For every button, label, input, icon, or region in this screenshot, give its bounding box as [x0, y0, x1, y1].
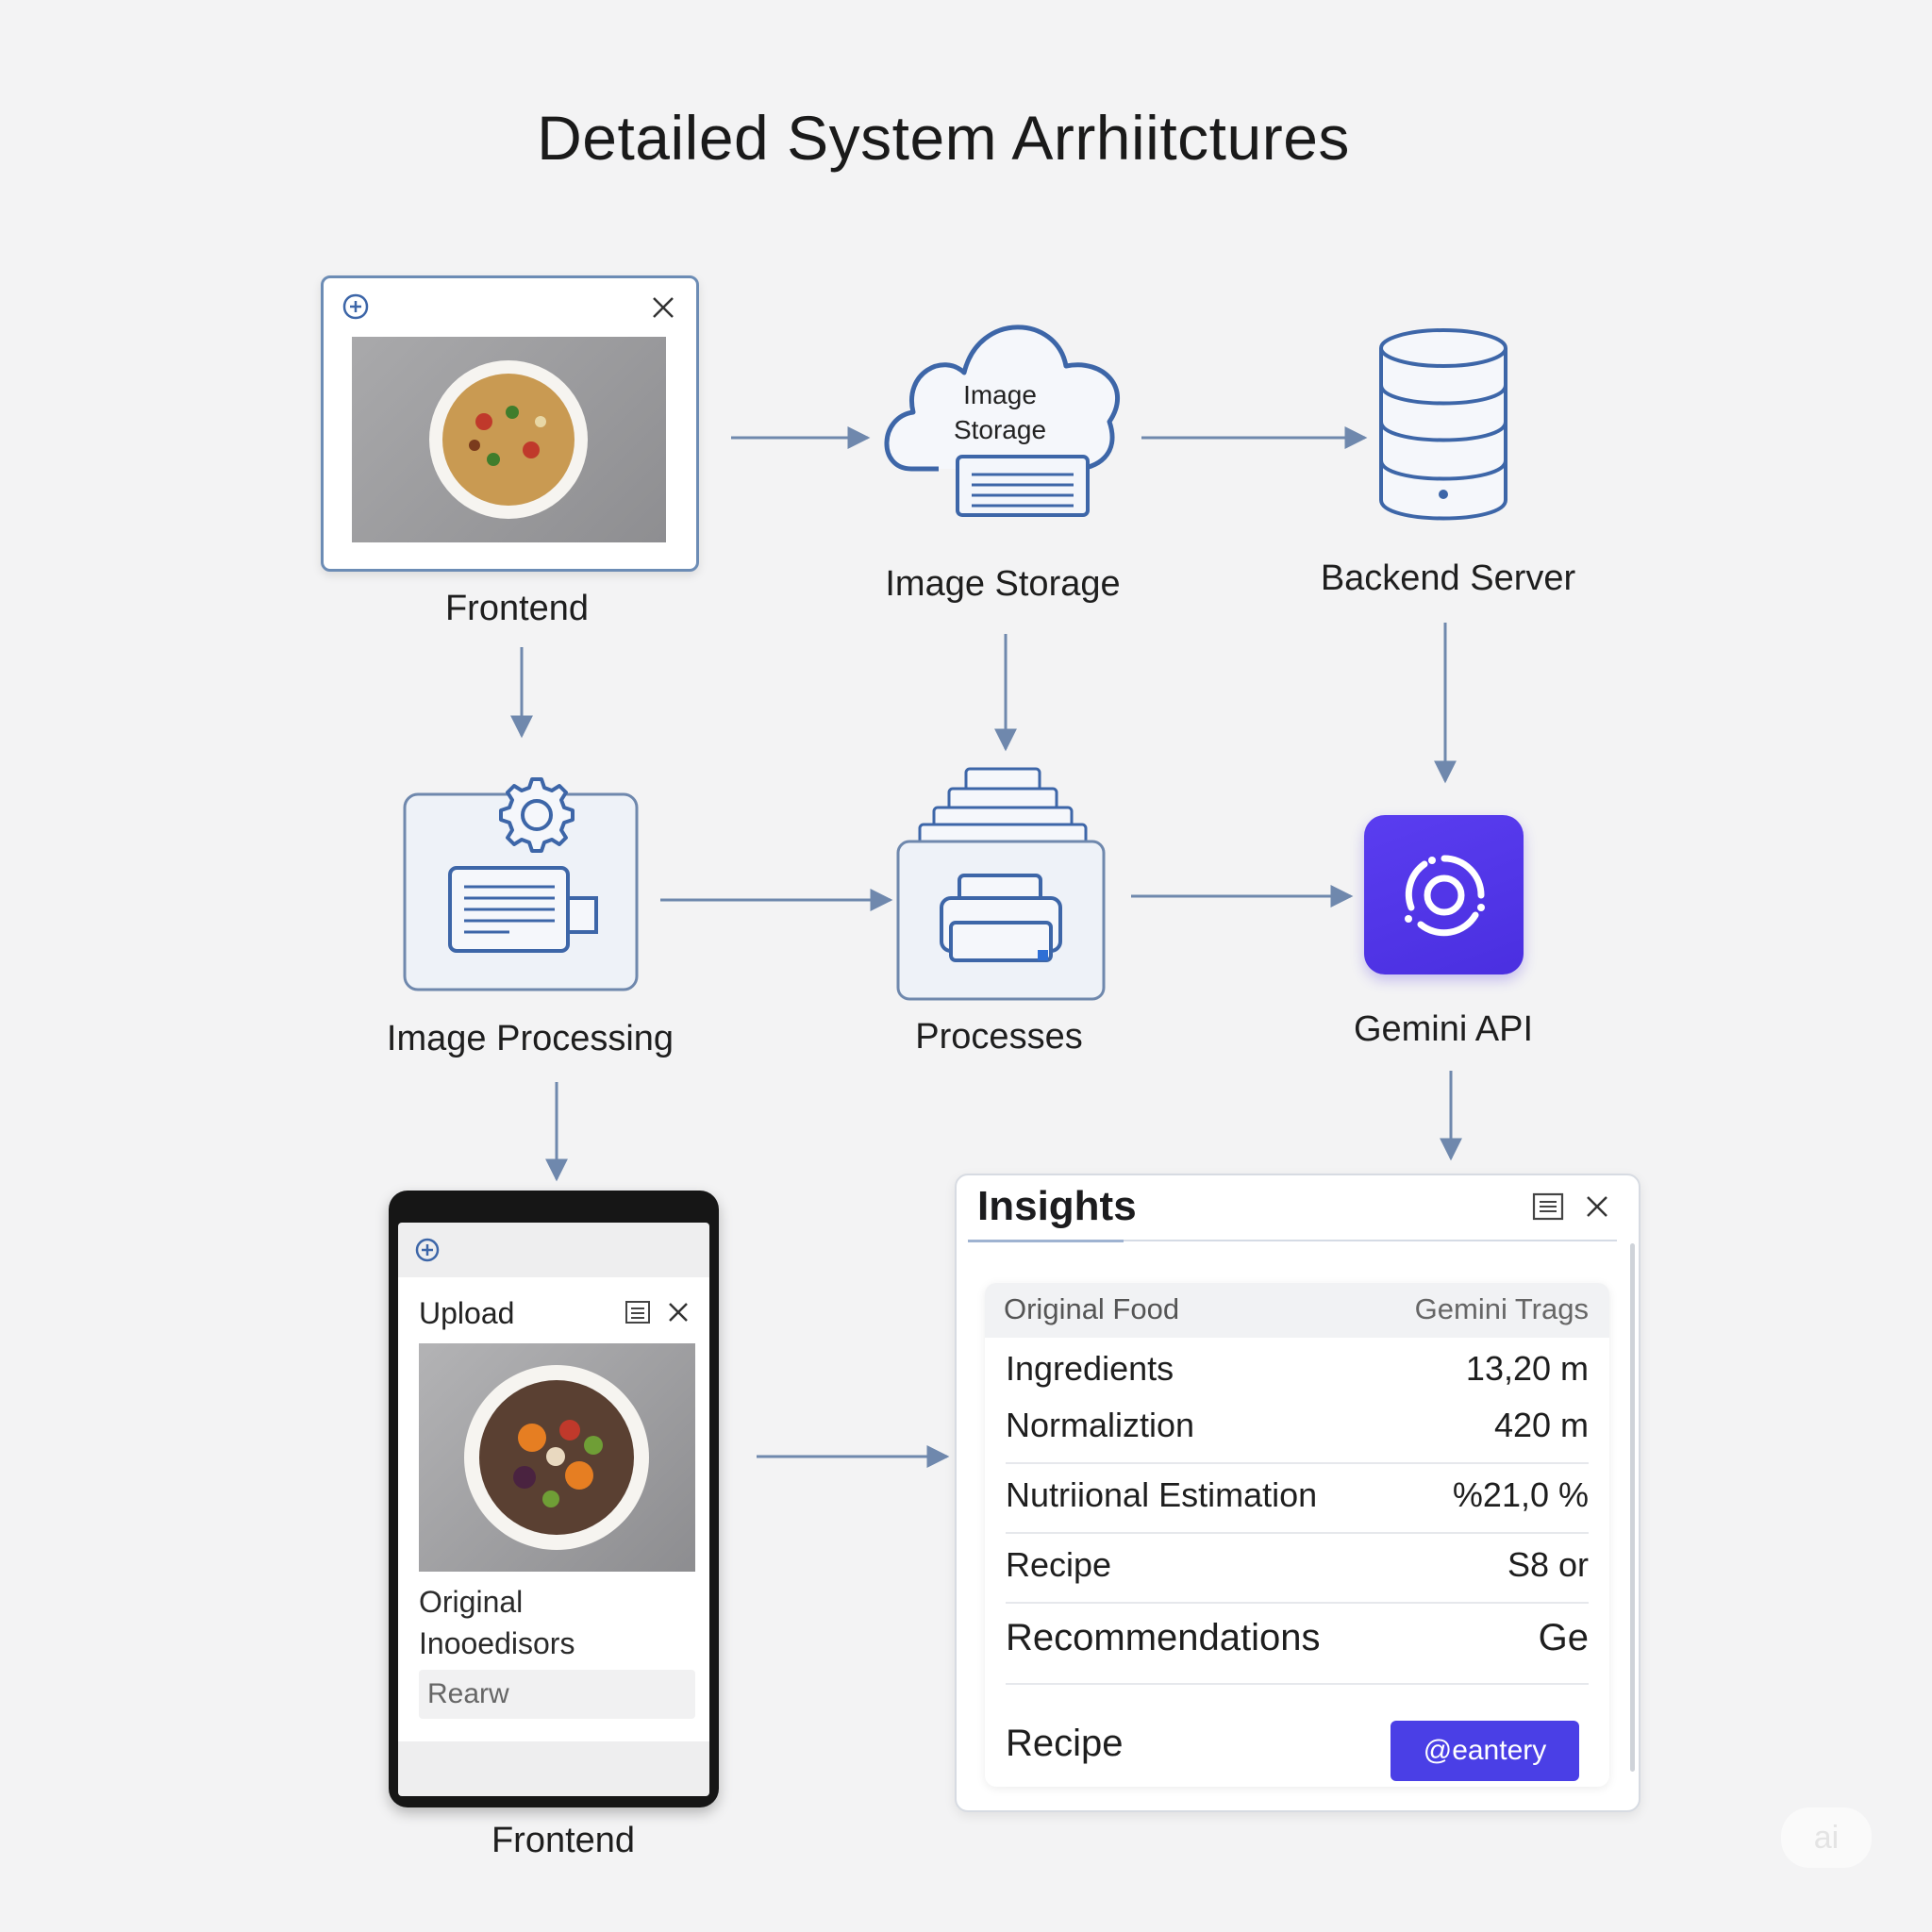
cloud-text: Image Storage — [924, 377, 1075, 447]
row-divider — [1006, 1462, 1589, 1464]
list-icon[interactable] — [625, 1300, 651, 1324]
row-divider — [1006, 1683, 1589, 1685]
upload-card: Upload Original Inooedisors Rearw — [398, 1277, 709, 1741]
phone-device: Upload Original Inooedisors Rearw — [389, 1191, 719, 1807]
image-processing-label: Image Processing — [386, 1019, 675, 1058]
food-bowl-image — [352, 337, 666, 542]
database-icon — [1379, 328, 1507, 521]
close-icon[interactable] — [1583, 1192, 1611, 1221]
insights-table: Original Food Gemini Trags Ingredients 1… — [985, 1283, 1609, 1787]
insights-panel: Insights Original Food Gemini Trags Ingr… — [955, 1174, 1641, 1812]
row-label: Ingredients — [1006, 1349, 1174, 1388]
row-divider — [1006, 1532, 1589, 1534]
cloud-text-line2: Storage — [953, 415, 1047, 444]
table-row: Recipe S8 or — [985, 1540, 1609, 1594]
close-icon[interactable] — [666, 1300, 691, 1324]
review-input-value: Rearw — [427, 1678, 509, 1709]
upload-title: Upload — [419, 1296, 515, 1330]
insights-title: Insights — [977, 1183, 1137, 1229]
row-label: Recipe — [1006, 1545, 1112, 1584]
table-row: Normaliztion 420 m — [985, 1400, 1609, 1455]
row-value: Ge — [1538, 1617, 1589, 1658]
watermark-badge: ai — [1781, 1807, 1872, 1868]
active-tab-indicator — [968, 1240, 1124, 1242]
image-storage-label: Image Storage — [885, 564, 1121, 604]
row-label: Recommendations — [1006, 1617, 1321, 1658]
row-value: %21,0 % — [1452, 1475, 1589, 1514]
close-icon[interactable] — [649, 293, 677, 322]
frontend-bottom-label: Frontend — [491, 1821, 636, 1860]
gemini-api-label: Gemini API — [1353, 1009, 1534, 1049]
row-value: S8 or — [1507, 1545, 1589, 1584]
phone-screen: Upload Original Inooedisors Rearw — [398, 1223, 709, 1796]
gemini-logo-icon — [1405, 855, 1485, 937]
original-text-line2: Inooedisors — [419, 1626, 575, 1660]
review-input[interactable]: Rearw — [419, 1670, 695, 1719]
plus-circle-icon[interactable] — [341, 293, 370, 322]
header-gemini-trags: Gemini Trags — [1414, 1292, 1589, 1325]
gemini-api-tile[interactable] — [1364, 815, 1524, 974]
table-header: Original Food Gemini Trags — [985, 1283, 1609, 1338]
table-row: Recommendations Ge — [985, 1611, 1609, 1666]
original-text-line1: Original — [419, 1585, 524, 1619]
image-processing-icon — [403, 777, 639, 991]
backend-server-label: Backend Server — [1320, 558, 1576, 598]
row-value: 13,20 m — [1465, 1349, 1589, 1388]
frontend-label: Frontend — [444, 589, 590, 628]
eantery-button[interactable]: @eantery — [1391, 1721, 1579, 1781]
row-divider — [1006, 1602, 1589, 1604]
plus-circle-icon[interactable] — [413, 1236, 441, 1264]
header-original-food: Original Food — [1004, 1292, 1180, 1325]
gear-icon — [499, 777, 575, 853]
row-label: Nutriional Estimation — [1006, 1475, 1318, 1514]
table-row: Nutriional Estimation %21,0 % — [985, 1470, 1609, 1524]
frontend-window — [321, 275, 699, 572]
diagram-title: Detailed System Arrhiitctures — [537, 103, 1350, 173]
salad-bowl-image — [419, 1343, 695, 1572]
cloud-text-line1: Image — [963, 380, 1037, 409]
row-label: Normaliztion — [1006, 1406, 1195, 1444]
row-label: Recipe — [1006, 1723, 1124, 1764]
list-icon[interactable] — [1532, 1192, 1564, 1221]
table-row: Ingredients 13,20 m — [985, 1343, 1609, 1398]
row-value: 420 m — [1493, 1406, 1589, 1444]
printer-icon — [896, 767, 1106, 1001]
original-text: Original Inooedisors — [419, 1581, 575, 1664]
processes-label: Processes — [915, 1017, 1083, 1057]
scrollbar[interactable] — [1630, 1243, 1635, 1772]
